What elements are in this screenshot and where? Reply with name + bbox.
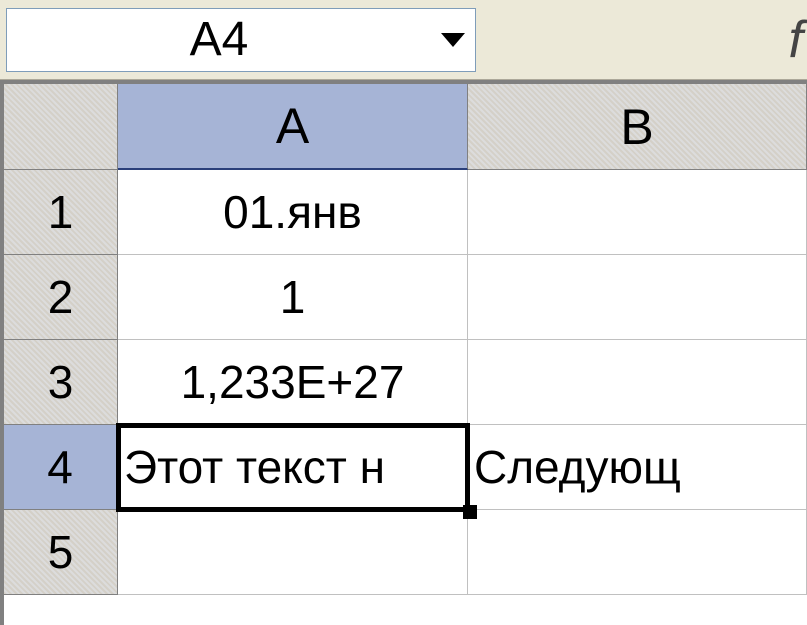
row-1: 1 01.янв bbox=[4, 170, 807, 255]
row-4: 4 Этот текст н Следующ bbox=[4, 425, 807, 510]
cell-b5[interactable] bbox=[468, 510, 807, 595]
fx-label: f bbox=[476, 10, 807, 70]
row-header-5[interactable]: 5 bbox=[4, 510, 118, 595]
cell-b4[interactable]: Следующ bbox=[468, 425, 807, 510]
cell-a2[interactable]: 1 bbox=[118, 255, 468, 340]
column-header-b[interactable]: B bbox=[468, 84, 807, 170]
row-5: 5 bbox=[4, 510, 807, 595]
name-box[interactable]: A4 bbox=[6, 8, 476, 72]
row-header-4[interactable]: 4 bbox=[4, 425, 118, 510]
row-header-3[interactable]: 3 bbox=[4, 340, 118, 425]
row-2: 2 1 bbox=[4, 255, 807, 340]
name-box-dropdown[interactable] bbox=[431, 9, 475, 71]
select-all-corner[interactable] bbox=[4, 84, 118, 170]
row-header-1[interactable]: 1 bbox=[4, 170, 118, 255]
cell-a5[interactable] bbox=[118, 510, 468, 595]
column-headers-row: A B bbox=[4, 84, 807, 170]
name-box-value[interactable]: A4 bbox=[7, 16, 431, 64]
spreadsheet-grid: A B 1 01.янв 2 1 3 1,233E+27 4 Этот текс… bbox=[0, 80, 807, 625]
chevron-down-icon bbox=[439, 31, 467, 49]
cell-a4[interactable]: Этот текст н bbox=[118, 425, 468, 510]
cell-a3[interactable]: 1,233E+27 bbox=[118, 340, 468, 425]
formula-bar: A4 f bbox=[0, 0, 807, 80]
column-header-a[interactable]: A bbox=[118, 84, 468, 170]
row-3: 3 1,233E+27 bbox=[4, 340, 807, 425]
cell-a1[interactable]: 01.янв bbox=[118, 170, 468, 255]
cell-b1[interactable] bbox=[468, 170, 807, 255]
fill-handle[interactable] bbox=[463, 505, 477, 519]
cell-b2[interactable] bbox=[468, 255, 807, 340]
cell-b3[interactable] bbox=[468, 340, 807, 425]
row-header-2[interactable]: 2 bbox=[4, 255, 118, 340]
